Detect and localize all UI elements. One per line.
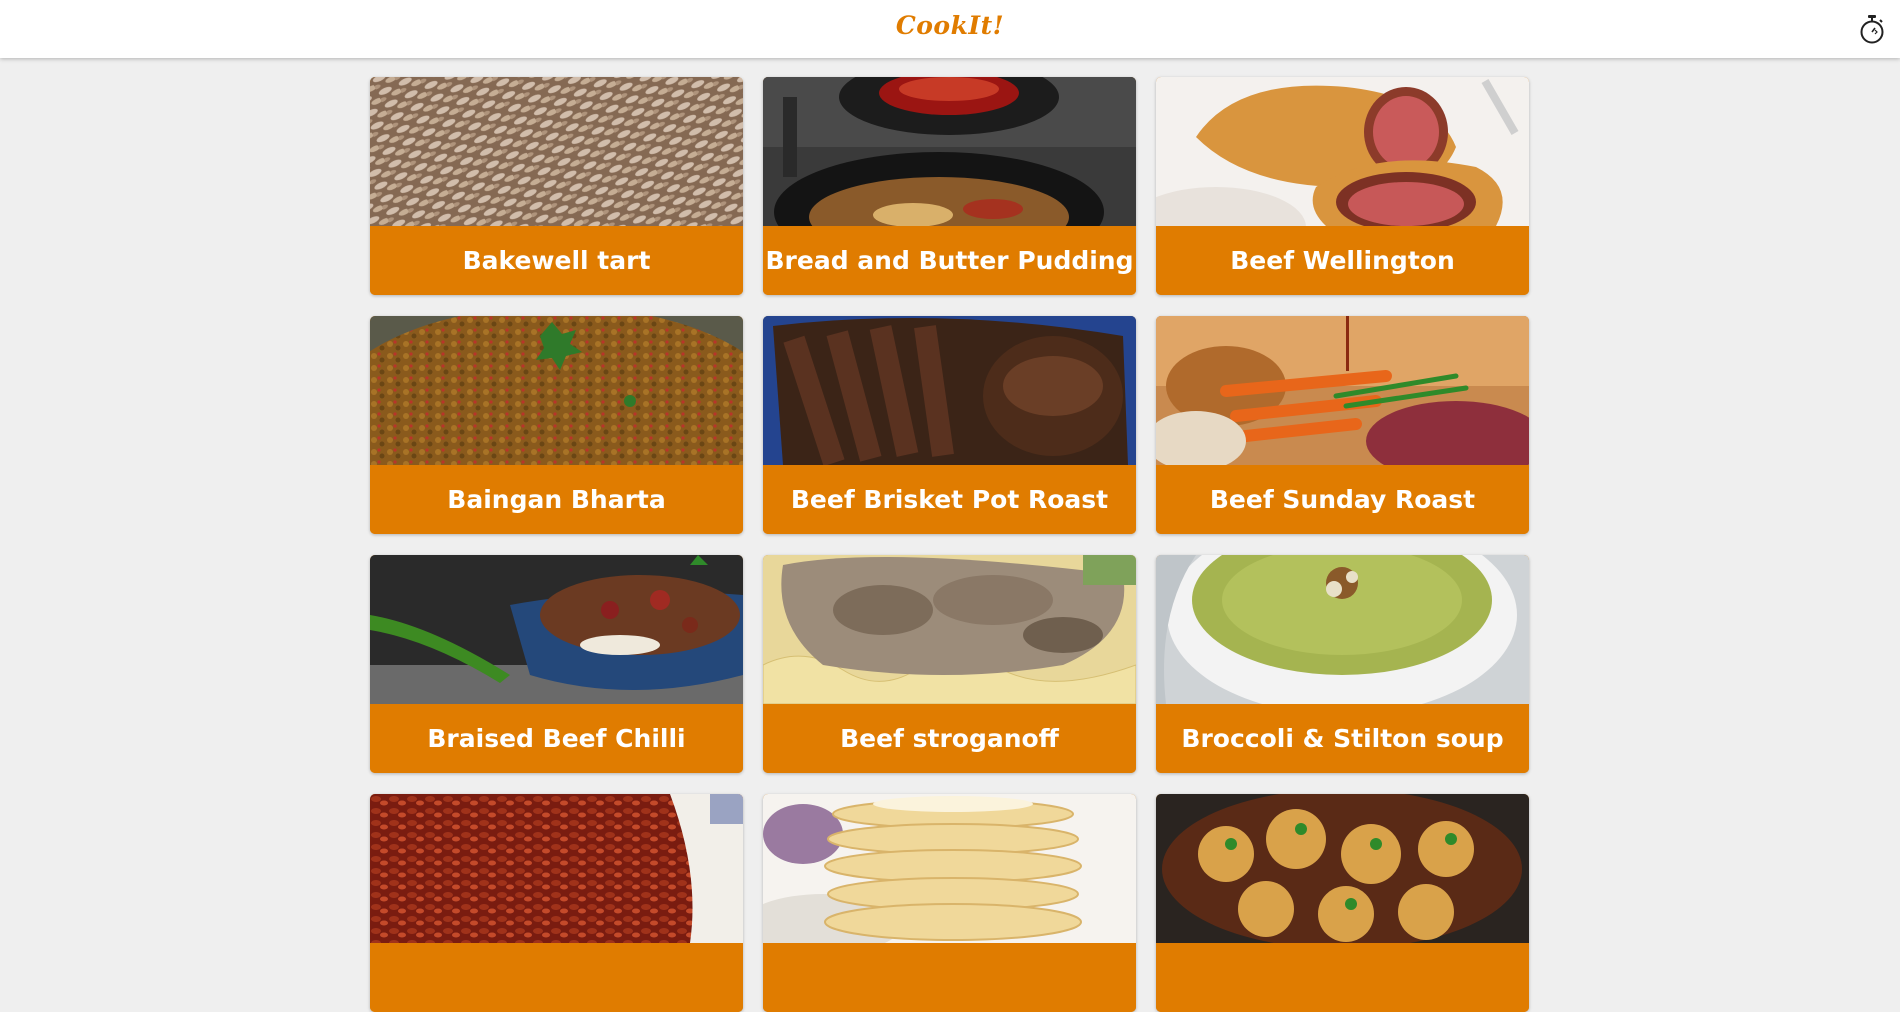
recipe-title-bar: Broccoli & Stilton soup <box>1156 704 1529 773</box>
recipe-title: Beef stroganoff <box>840 724 1059 753</box>
recipe-title: Beef Brisket Pot Roast <box>790 485 1109 514</box>
recipe-title-bar <box>763 943 1136 1012</box>
almond-tart-photo <box>370 77 743 226</box>
recipe-card[interactable]: Bread and Butter Pudding <box>763 77 1136 295</box>
stroganoff-noodles-photo <box>763 555 1136 704</box>
brand-logo[interactable]: CookIt! <box>0 11 1900 40</box>
baked-beans-photo <box>370 794 743 943</box>
recipe-card[interactable]: Braised Beef Chilli <box>370 555 743 773</box>
recipe-title: Bread and Butter Pudding <box>765 246 1134 275</box>
recipe-title-bar: Beef stroganoff <box>763 704 1136 773</box>
pancake-stack-photo <box>763 794 1136 943</box>
app-header: CookIt! <box>0 0 1900 58</box>
recipe-title-bar: Beef Sunday Roast <box>1156 465 1529 534</box>
recipe-title: Beef Sunday Roast <box>1209 485 1476 514</box>
recipe-card[interactable]: Bakewell tart <box>370 77 743 295</box>
roast-vegetables-photo <box>1156 316 1529 465</box>
recipe-title-bar: Bakewell tart <box>370 226 743 295</box>
sliced-brisket-photo <box>763 316 1136 465</box>
pudding-skillet-photo <box>763 77 1136 226</box>
broccoli-soup-photo <box>1156 555 1529 704</box>
recipe-title: Baingan Bharta <box>447 485 666 514</box>
recipe-title: Beef Wellington <box>1230 246 1455 275</box>
recipe-title: Broccoli & Stilton soup <box>1181 724 1504 753</box>
recipe-title-bar: Bread and Butter Pudding <box>763 226 1136 295</box>
recipe-grid: Bakewell tart Bread and Butter Pudding B… <box>370 77 1529 1012</box>
recipe-card[interactable]: Beef Wellington <box>1156 77 1529 295</box>
recipe-title-bar: Beef Brisket Pot Roast <box>763 465 1136 534</box>
beef-wellington-photo <box>1156 77 1529 226</box>
recipe-card[interactable]: Beef Sunday Roast <box>1156 316 1529 534</box>
stopwatch-icon[interactable] <box>1858 14 1886 44</box>
recipe-title: Braised Beef Chilli <box>427 724 686 753</box>
recipe-title-bar: Braised Beef Chilli <box>370 704 743 773</box>
recipe-card[interactable]: Beef Brisket Pot Roast <box>763 316 1136 534</box>
recipe-card[interactable] <box>763 794 1136 1012</box>
recipe-title-bar <box>1156 943 1529 1012</box>
recipe-card[interactable]: Broccoli & Stilton soup <box>1156 555 1529 773</box>
recipe-title-bar: Baingan Bharta <box>370 465 743 534</box>
recipe-card[interactable] <box>370 794 743 1012</box>
recipe-card[interactable]: Baingan Bharta <box>370 316 743 534</box>
stew-dumplings-photo <box>1156 794 1529 943</box>
recipe-title-bar <box>370 943 743 1012</box>
recipe-card[interactable] <box>1156 794 1529 1012</box>
chilli-bowl-photo <box>370 555 743 704</box>
recipe-title: Bakewell tart <box>462 246 651 275</box>
eggplant-curry-photo <box>370 316 743 465</box>
recipe-title-bar: Beef Wellington <box>1156 226 1529 295</box>
recipe-card[interactable]: Beef stroganoff <box>763 555 1136 773</box>
